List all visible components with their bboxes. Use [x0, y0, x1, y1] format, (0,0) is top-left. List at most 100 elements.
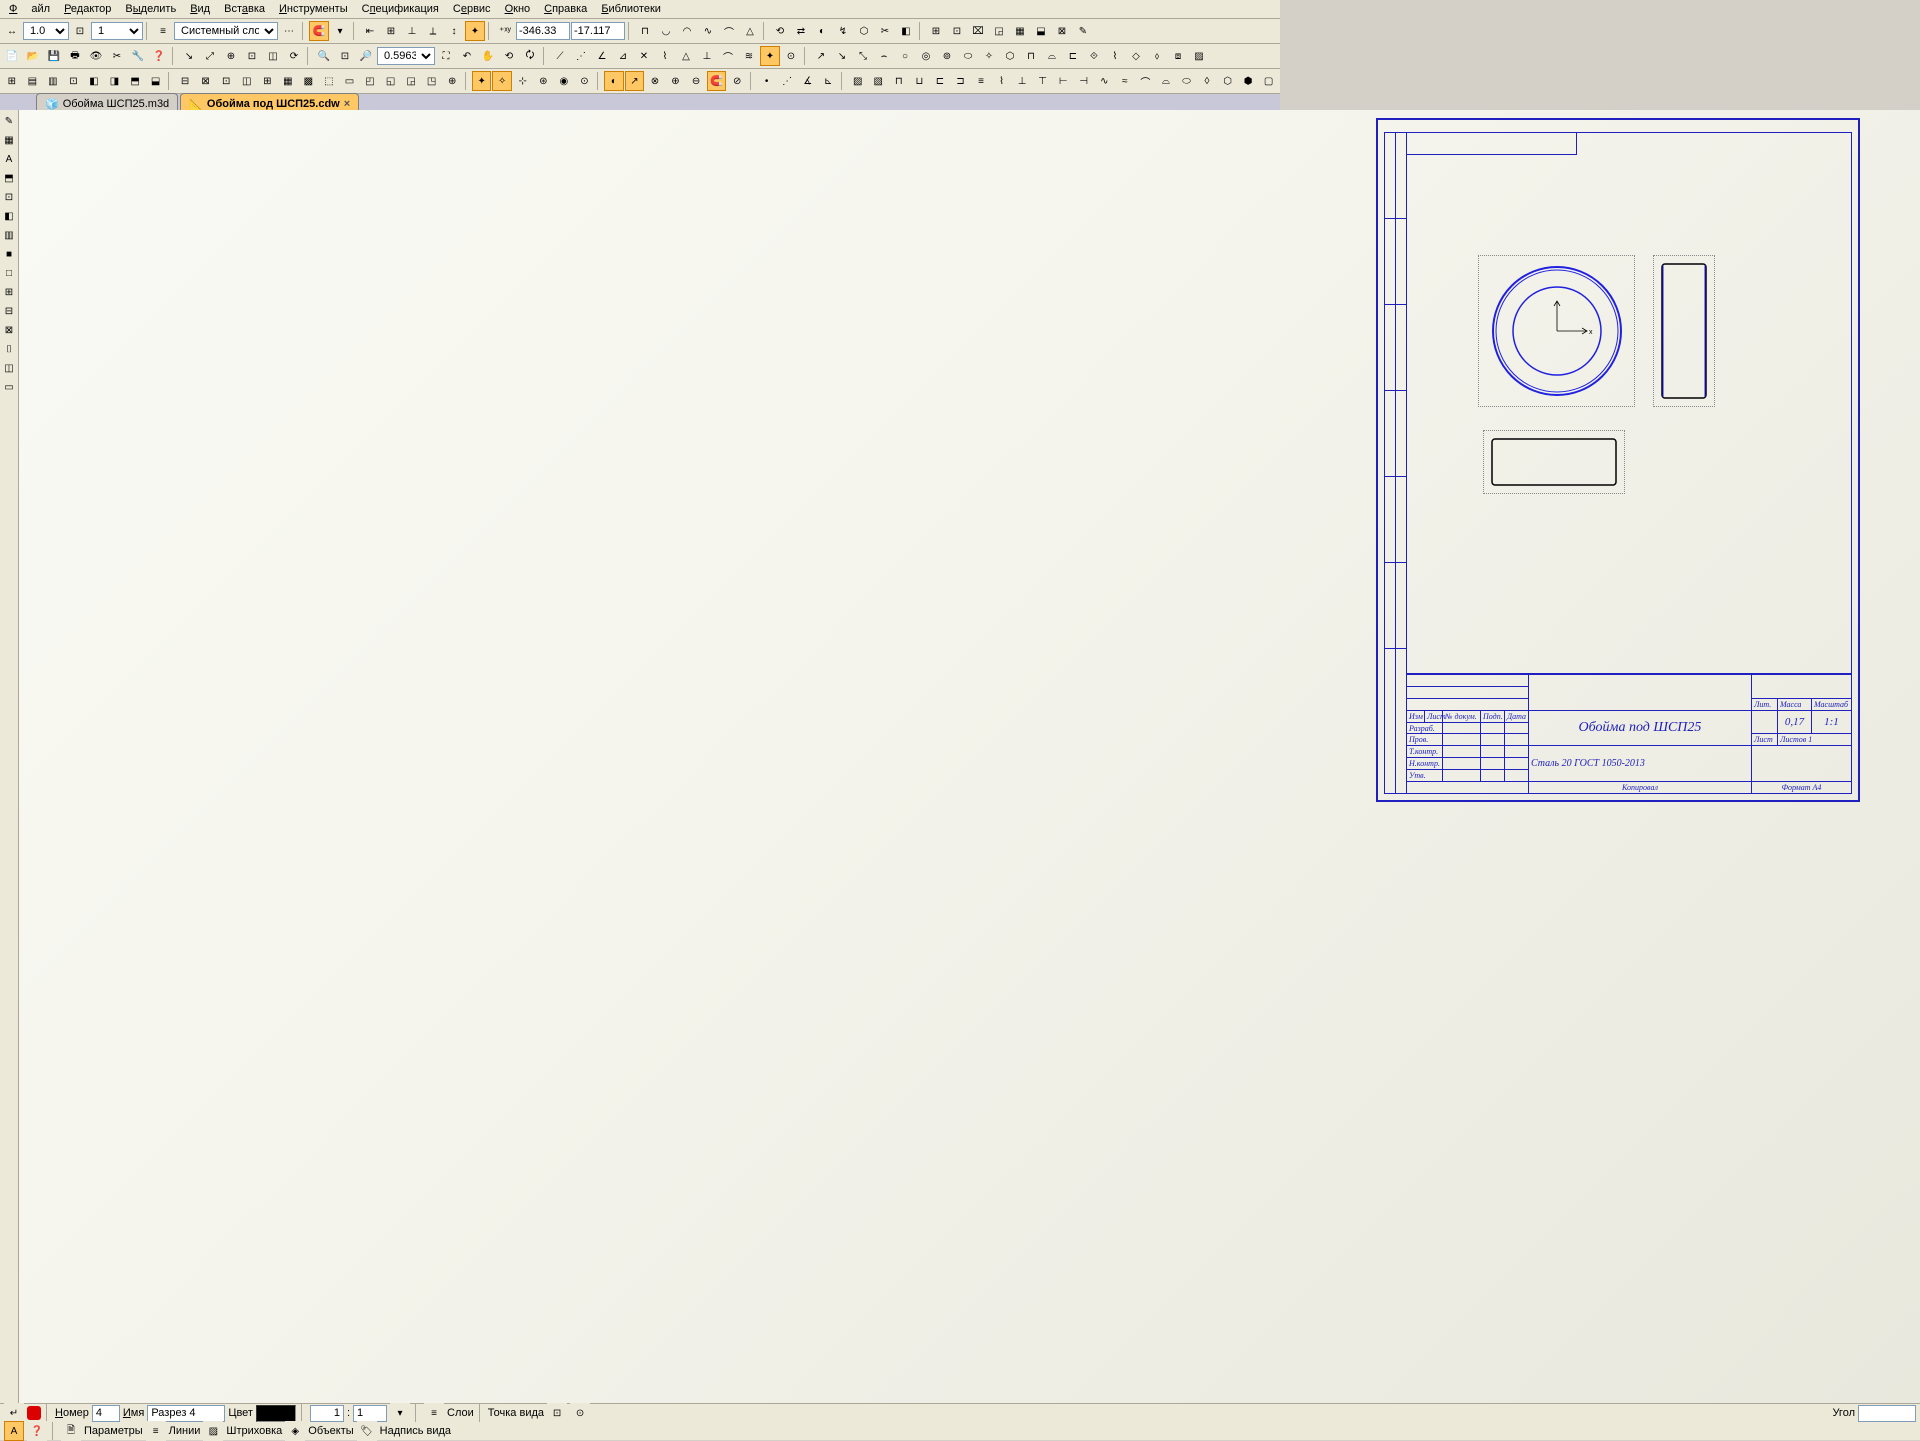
t3-k[interactable]: ⊡	[216, 71, 236, 91]
bt-label[interactable]: Надпись вида	[380, 1425, 451, 1437]
t3-av[interactable]: ⊥	[1012, 71, 1032, 91]
t2-c[interactable]: ⊕	[221, 46, 241, 66]
t2-ae[interactable]: ⊏	[1063, 46, 1083, 66]
step-icon[interactable]: ↔	[2, 21, 22, 41]
t2-p[interactable]: ≋	[739, 46, 759, 66]
coord-x-input[interactable]	[516, 22, 570, 40]
t3-aw[interactable]: ⊤	[1033, 71, 1053, 91]
t2-l[interactable]: ⌇	[655, 46, 675, 66]
menu-insert[interactable]: Вставка	[217, 2, 272, 16]
t3-w[interactable]: ✦	[472, 71, 492, 91]
view-side-selection[interactable]	[1653, 255, 1715, 407]
t2-m[interactable]: △	[676, 46, 696, 66]
wrench-icon[interactable]: 🔧	[128, 46, 148, 66]
t3-p[interactable]: ⬚	[319, 71, 339, 91]
t2-x[interactable]: ◎	[916, 46, 936, 66]
t2-ah[interactable]: ◇	[1126, 46, 1146, 66]
t1-b[interactable]: ◡	[656, 21, 676, 41]
t3-aj[interactable]: •	[757, 71, 777, 91]
t3-x[interactable]: ✧	[492, 71, 512, 91]
t2-h[interactable]: ⋰	[571, 46, 591, 66]
t3-bc[interactable]: ⌓	[1156, 71, 1176, 91]
t3-b[interactable]: ▤	[23, 71, 43, 91]
st-2[interactable]: A	[0, 150, 18, 168]
t2-q[interactable]: ✦	[760, 46, 780, 66]
st-3[interactable]: ⬒	[0, 169, 18, 187]
t2-g[interactable]: ⟋	[550, 46, 570, 66]
cut-icon[interactable]: ✂	[107, 46, 127, 66]
t2-ad[interactable]: ⌓	[1042, 46, 1062, 66]
zoom-out-icon[interactable]: 🔎	[356, 46, 376, 66]
t2-n[interactable]: ⊥	[697, 46, 717, 66]
t2-t[interactable]: ↘	[832, 46, 852, 66]
st-12[interactable]: ⌷	[0, 340, 18, 358]
t2-u[interactable]: ⤡	[853, 46, 873, 66]
t2-ac[interactable]: ⊓	[1021, 46, 1041, 66]
t1-s[interactable]: ⬓	[1031, 21, 1051, 41]
t3-g[interactable]: ⬒	[125, 71, 145, 91]
t3-ag[interactable]: ⊖	[686, 71, 706, 91]
t3-m[interactable]: ⊞	[257, 71, 277, 91]
st-1[interactable]: ▦	[0, 131, 18, 149]
t2-i[interactable]: ∠	[592, 46, 612, 66]
help-icon[interactable]: ❓	[149, 46, 169, 66]
view-front-selection[interactable]: x	[1478, 255, 1635, 407]
t3-o[interactable]: ▩	[299, 71, 319, 91]
point-1-icon[interactable]: ⊡	[547, 1403, 567, 1423]
st-5[interactable]: ◧	[0, 207, 18, 225]
count-select[interactable]: 1	[91, 22, 143, 40]
t3-az[interactable]: ∿	[1095, 71, 1115, 91]
t3-e[interactable]: ◧	[84, 71, 104, 91]
t2-j[interactable]: ⊿	[613, 46, 633, 66]
t1-c[interactable]: ◠	[677, 21, 697, 41]
t2-b[interactable]: ⤢	[200, 46, 220, 66]
bt-lines[interactable]: Линии	[169, 1425, 201, 1437]
t3-af[interactable]: ⊕	[666, 71, 686, 91]
align-v-icon[interactable]: ⊥	[402, 21, 422, 41]
t2-s[interactable]: ↗	[811, 46, 831, 66]
t3-ax[interactable]: ⊢	[1053, 71, 1073, 91]
t3-am[interactable]: ⊾	[818, 71, 838, 91]
st-6[interactable]: ▥	[0, 226, 18, 244]
t1-u[interactable]: ✎	[1073, 21, 1093, 41]
t3-z[interactable]: ⊛	[534, 71, 554, 91]
t2-e[interactable]: ◫	[263, 46, 283, 66]
step-select[interactable]: 1.0	[23, 22, 69, 40]
t3-ap[interactable]: ⊓	[889, 71, 909, 91]
t1-f[interactable]: △	[740, 21, 760, 41]
t3-be[interactable]: ◊	[1197, 71, 1217, 91]
t3-bh[interactable]: ▢	[1259, 71, 1279, 91]
t3-r[interactable]: ◰	[360, 71, 380, 91]
t3-al[interactable]: ∡	[798, 71, 818, 91]
menu-libs[interactable]: Библиотеки	[594, 2, 668, 16]
snap-magnet-icon[interactable]: 🧲	[309, 21, 329, 41]
t3-v[interactable]: ⊕	[442, 71, 462, 91]
t3-c[interactable]: ▥	[43, 71, 63, 91]
t3-ba[interactable]: ≈	[1115, 71, 1135, 91]
drawing-canvas[interactable]: x	[19, 110, 1920, 1404]
menu-window[interactable]: Окно	[498, 2, 538, 16]
zoom-prev-icon[interactable]: ↶	[457, 46, 477, 66]
angle-input[interactable]	[1858, 1405, 1916, 1422]
menu-spec[interactable]: Спецификация	[355, 2, 446, 16]
t2-aa[interactable]: ✧	[979, 46, 999, 66]
t3-aa[interactable]: ◉	[554, 71, 574, 91]
align-h-icon[interactable]: ⟂	[423, 21, 443, 41]
t1-d[interactable]: ∿	[698, 21, 718, 41]
t3-j[interactable]: ⊠	[196, 71, 216, 91]
point-2-icon[interactable]: ⊙	[570, 1403, 590, 1423]
t3-ak[interactable]: ⋰	[777, 71, 797, 91]
t2-r[interactable]: ⊙	[781, 46, 801, 66]
st-13[interactable]: ◫	[0, 359, 18, 377]
apply-icon[interactable]: ↵	[4, 1403, 24, 1423]
t3-bd[interactable]: ⬭	[1177, 71, 1197, 91]
t3-ad[interactable]: ↗	[625, 71, 645, 91]
save-icon[interactable]: 💾	[44, 46, 64, 66]
t2-af[interactable]: ⟐	[1084, 46, 1104, 66]
menu-service[interactable]: Сервис	[446, 2, 498, 16]
menu-tools[interactable]: Инструменты	[272, 2, 355, 16]
st-8[interactable]: □	[0, 264, 18, 282]
menu-edit[interactable]: Редактор	[57, 2, 118, 16]
t2-d[interactable]: ⊡	[242, 46, 262, 66]
t1-h[interactable]: ⇄	[791, 21, 811, 41]
